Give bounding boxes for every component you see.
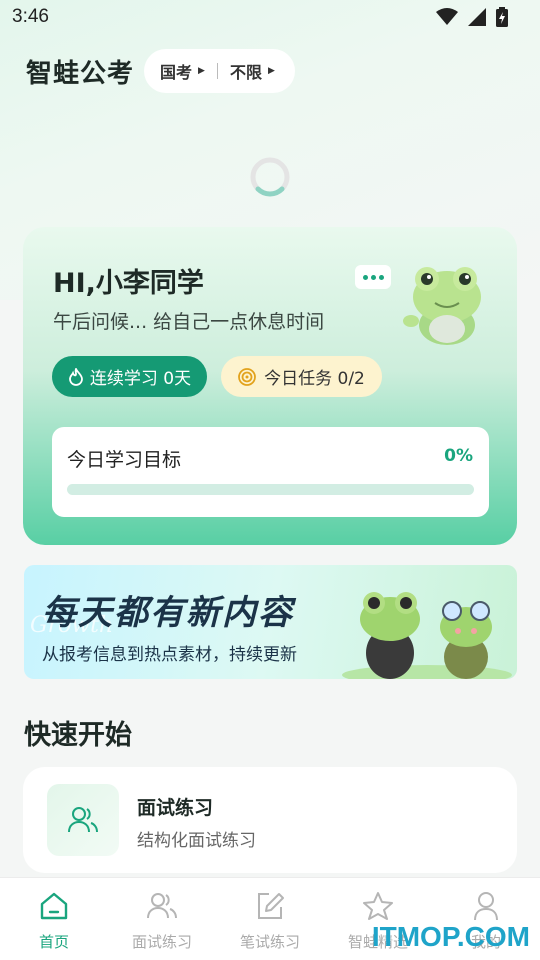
profile-icon [469, 889, 503, 923]
header: 智蛙公考 国考 ▶ 不限 ▶ [26, 48, 295, 94]
interview-practice-card[interactable]: 面试练习 结构化面试练习 [23, 767, 517, 873]
status-bar: 3:46 [0, 0, 540, 36]
exam-type-selector[interactable]: 国考 ▶ [160, 59, 205, 83]
quick-start-title: 快速开始 [24, 720, 132, 751]
frog-mascot-icon [403, 267, 481, 345]
goal-label: 今日学习目标 [67, 449, 182, 471]
star-icon [361, 889, 395, 923]
banner-title: 每天都有新内容 [42, 593, 294, 633]
greeting-title: HI,小李同学 [53, 268, 204, 299]
status-time: 3:46 [12, 6, 49, 27]
practice-icon-box [47, 784, 119, 856]
nav-label-home: 首页 [38, 933, 69, 951]
region-selector[interactable]: 不限 ▶ [230, 59, 275, 83]
region-label: 不限 [229, 63, 262, 82]
caret-right-icon: ▶ [267, 66, 275, 76]
more-button[interactable] [355, 265, 391, 289]
edit-icon [253, 889, 287, 923]
nav-label-written: 笔试练习 [239, 933, 300, 951]
target-icon [238, 367, 257, 386]
signal-icon [468, 8, 486, 26]
loading-spinner-icon [250, 157, 290, 197]
daily-goal-box[interactable]: 今日学习目标 0% [52, 427, 489, 517]
streak-badge[interactable]: 连续学习 0天 [52, 356, 207, 397]
streak-label: 连续学习 0天 [89, 369, 192, 389]
frog-characters-icon [342, 592, 512, 679]
exam-type-label: 国考 [160, 63, 193, 82]
greeting-card: HI,小李同学 午后问候... 给自己一点休息时间 连续学习 0天 今日任务 0… [23, 227, 517, 545]
app-title: 智蛙公考 [26, 58, 135, 89]
site-watermark: ITMOP.COM [371, 921, 530, 952]
wifi-icon [436, 8, 458, 25]
users-icon [68, 807, 98, 833]
practice-subtitle: 结构化面试练习 [137, 831, 256, 851]
practice-title: 面试练习 [137, 797, 214, 819]
battery-icon [496, 7, 508, 27]
nav-item-interview[interactable]: 面试练习 [108, 878, 216, 960]
task-label: 今日任务 0/2 [264, 369, 365, 389]
today-task-badge[interactable]: 今日任务 0/2 [221, 356, 382, 397]
nav-label-interview: 面试练习 [131, 933, 192, 951]
banner-subtitle: 从报考信息到热点素材，持续更新 [42, 645, 297, 665]
exam-filter-picker: 国考 ▶ 不限 ▶ [144, 49, 295, 93]
flame-icon [68, 367, 83, 386]
goal-percent: 0% [444, 446, 473, 466]
caret-right-icon: ▶ [198, 66, 205, 76]
users-icon [145, 889, 179, 923]
home-icon [37, 889, 71, 923]
nav-item-written[interactable]: 笔试练习 [216, 878, 324, 960]
picker-divider [216, 63, 218, 79]
greeting-subtitle: 午后问候... 给自己一点休息时间 [53, 311, 325, 333]
goal-progress-bar [67, 484, 474, 495]
nav-item-home[interactable]: 首页 [0, 878, 108, 960]
promo-banner[interactable]: Growth 每天都有新内容 从报考信息到热点素材，持续更新 [24, 565, 517, 679]
status-icons [436, 7, 508, 27]
